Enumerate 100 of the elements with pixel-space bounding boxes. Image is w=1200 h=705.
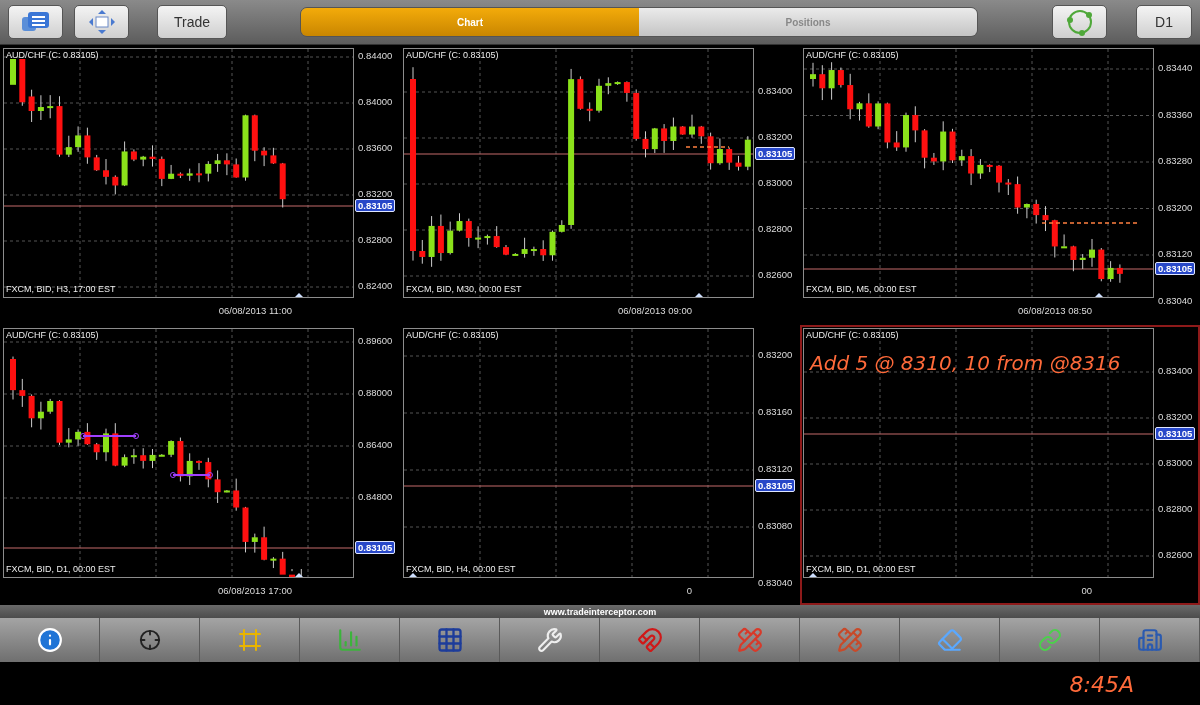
chart-date: 06/08/2013 17:00 bbox=[218, 585, 292, 597]
bar-chart-icon bbox=[336, 627, 363, 653]
candle bbox=[865, 92, 872, 129]
candle bbox=[19, 58, 26, 107]
timeframe-button[interactable]: D1 bbox=[1136, 5, 1192, 39]
candle bbox=[196, 162, 202, 183]
axis-label: 0.89600 bbox=[358, 335, 393, 347]
sync-button[interactable] bbox=[1052, 5, 1107, 39]
candle bbox=[214, 469, 221, 504]
axis-label: 0.83000 bbox=[758, 177, 793, 189]
candle bbox=[1005, 178, 1012, 196]
candle bbox=[140, 155, 147, 167]
candle bbox=[689, 114, 695, 139]
trend-line[interactable] bbox=[80, 433, 139, 439]
candle bbox=[475, 225, 482, 249]
trend-line[interactable] bbox=[170, 472, 213, 478]
candle bbox=[289, 568, 295, 577]
candle bbox=[828, 61, 835, 101]
axis-label: 0.82800 bbox=[758, 223, 793, 235]
candle bbox=[223, 152, 230, 176]
building-icon bbox=[1136, 627, 1163, 653]
messages-button[interactable] bbox=[8, 5, 63, 39]
chart-title: AUD/CHF (C: 0.83105) bbox=[6, 330, 99, 340]
axis-label: 0.82600 bbox=[758, 269, 793, 281]
chart-title: AUD/CHF (C: 0.83105) bbox=[406, 330, 499, 340]
candle bbox=[10, 356, 16, 400]
candle bbox=[186, 452, 193, 486]
candle bbox=[1079, 253, 1086, 270]
candle bbox=[1116, 263, 1123, 284]
candle bbox=[186, 168, 193, 182]
scroll-marker-icon[interactable] bbox=[293, 573, 305, 577]
scroll-marker-icon[interactable] bbox=[293, 293, 305, 297]
axis-label: 0.83200 bbox=[1158, 411, 1193, 423]
chart-info: FXCM, BID, D1, 00:00 EST bbox=[806, 564, 916, 574]
candle bbox=[707, 132, 714, 171]
eraser-icon bbox=[936, 627, 963, 653]
candle bbox=[251, 114, 258, 162]
crosshair-icon bbox=[138, 629, 161, 651]
link-icon bbox=[1037, 628, 1062, 652]
price-tag: 0.83105 bbox=[755, 479, 796, 492]
candle bbox=[37, 94, 44, 121]
chart-title: AUD/CHF (C: 0.83105) bbox=[406, 50, 499, 60]
candle bbox=[177, 437, 184, 482]
scroll-marker-icon[interactable] bbox=[407, 573, 419, 577]
axis-label: 0.82800 bbox=[1158, 503, 1193, 515]
axis-label: 0.83200 bbox=[758, 349, 793, 361]
candle bbox=[456, 212, 463, 232]
candle bbox=[437, 214, 444, 262]
candle bbox=[1107, 260, 1114, 283]
candle bbox=[75, 429, 82, 447]
candle bbox=[735, 155, 742, 172]
candle bbox=[242, 506, 249, 553]
website-url: www.tradeinterceptor.com bbox=[543, 606, 657, 617]
info-icon bbox=[36, 627, 63, 653]
candle bbox=[586, 101, 593, 122]
messages-icon bbox=[20, 10, 51, 34]
axis-label: 0.88000 bbox=[358, 387, 393, 399]
candle bbox=[810, 62, 816, 88]
candle bbox=[177, 171, 184, 179]
frame-icon bbox=[237, 628, 262, 652]
candle bbox=[949, 128, 956, 164]
candle bbox=[558, 219, 565, 233]
candle bbox=[577, 75, 584, 111]
chart-date: 06/08/2013 11:00 bbox=[218, 305, 292, 317]
candle bbox=[596, 78, 602, 114]
candle bbox=[698, 125, 705, 145]
axis-label: 0.83120 bbox=[1158, 248, 1193, 260]
candle bbox=[242, 114, 249, 182]
scroll-marker-icon[interactable] bbox=[807, 573, 819, 577]
axis-label: 0.83040 bbox=[1158, 294, 1193, 307]
candle bbox=[84, 127, 91, 165]
trade-button[interactable]: Trade bbox=[157, 5, 227, 39]
candle bbox=[549, 230, 556, 262]
candle bbox=[1014, 176, 1021, 215]
candle bbox=[968, 148, 975, 186]
handwritten-note: Add 5 @ 8310, 10 from @8316 bbox=[810, 351, 1121, 375]
chart-title: AUD/CHF (C: 0.83105) bbox=[6, 50, 99, 60]
candle bbox=[1051, 219, 1058, 258]
candle bbox=[130, 448, 137, 465]
candle bbox=[10, 58, 16, 85]
candle bbox=[65, 427, 72, 448]
candle bbox=[930, 152, 937, 166]
candle bbox=[837, 67, 844, 88]
candle bbox=[893, 130, 900, 152]
axis-label: 0.83400 bbox=[758, 85, 793, 97]
axis-label: 0.83280 bbox=[1158, 155, 1193, 167]
axis-label: 0.83200 bbox=[1158, 201, 1193, 214]
candle bbox=[214, 153, 221, 173]
candle bbox=[149, 448, 156, 469]
scroll-marker-icon[interactable] bbox=[693, 293, 705, 297]
move-button[interactable] bbox=[74, 5, 129, 39]
candle bbox=[47, 94, 54, 119]
candle bbox=[130, 148, 137, 162]
chart-date: 06/08/2013 09:00 bbox=[618, 305, 692, 317]
candle bbox=[996, 164, 1002, 193]
scroll-marker-icon[interactable] bbox=[1093, 293, 1105, 297]
axis-label: 0.82600 bbox=[1158, 549, 1193, 561]
candle bbox=[716, 137, 723, 166]
candle bbox=[233, 158, 240, 179]
candle bbox=[912, 105, 919, 143]
